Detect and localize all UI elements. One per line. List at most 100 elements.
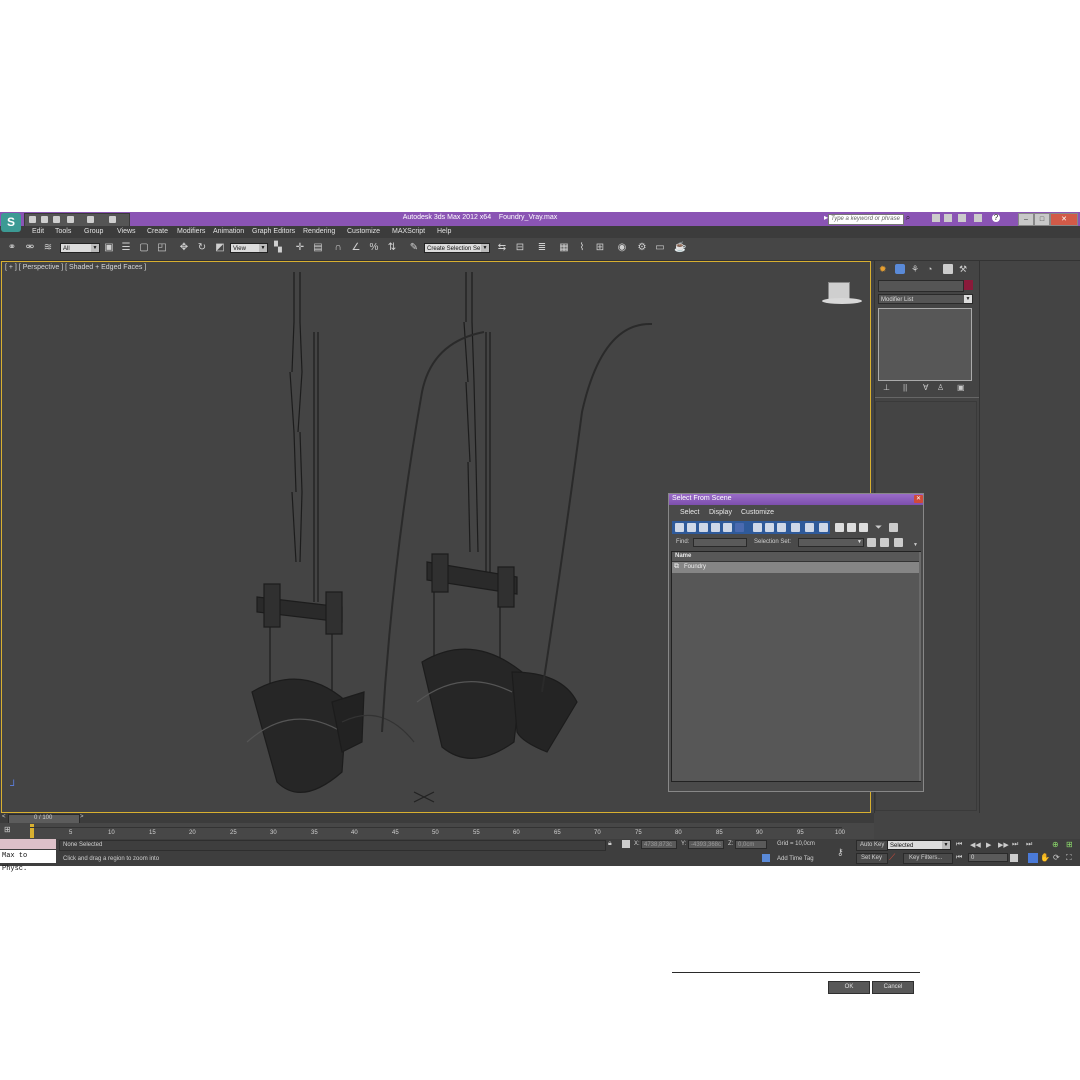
add-selection-set-icon[interactable] — [867, 538, 876, 547]
select-manipulate-icon[interactable]: ✛ — [294, 242, 306, 254]
modifier-list-dropdown[interactable]: Modifier List ▼ — [878, 294, 973, 304]
cancel-button[interactable]: Cancel — [872, 981, 914, 994]
open-file-icon[interactable] — [41, 216, 48, 223]
material-editor-icon[interactable]: ◉ — [616, 242, 628, 254]
display-groups-icon[interactable] — [753, 523, 762, 532]
time-slider-next-icon[interactable]: > — [80, 814, 84, 820]
go-to-start-icon[interactable]: ⏮ — [956, 841, 966, 849]
object-list[interactable]: Name ⧉ Foundry — [671, 551, 921, 782]
display-shapes-icon[interactable] — [687, 523, 696, 532]
key-icon[interactable]: ⚷ — [837, 847, 851, 857]
next-frame-icon[interactable]: ▶▶ — [998, 841, 1009, 849]
dialog-menu-select[interactable]: Select — [680, 509, 699, 516]
select-object-icon[interactable]: ▣ — [103, 242, 115, 254]
hierarchy-tab-icon[interactable]: ⚘ — [911, 264, 921, 274]
time-tag-icon[interactable] — [762, 854, 770, 862]
play-icon[interactable]: ▶ — [986, 841, 996, 849]
display-space-warps-icon[interactable] — [735, 523, 744, 532]
undo-icon[interactable] — [67, 216, 74, 223]
app-logo-icon[interactable]: S — [1, 213, 21, 232]
orbit-icon[interactable]: ⟳ — [1053, 853, 1063, 863]
go-to-end-icon[interactable]: ⏭ — [1012, 841, 1022, 849]
display-xrefs-icon[interactable] — [765, 523, 774, 532]
frame-step-icon[interactable]: ⏮ — [956, 854, 966, 862]
y-coordinate-field[interactable]: -4393,368c — [688, 840, 724, 849]
unlink-icon[interactable]: ⚮ — [24, 242, 36, 254]
align-icon[interactable]: ⊟ — [514, 242, 526, 254]
menu-group[interactable]: Group — [84, 228, 103, 235]
zoom-icon[interactable]: ⊕ — [1052, 840, 1062, 850]
absolute-mode-icon[interactable] — [622, 840, 630, 848]
select-none-icon[interactable] — [847, 523, 856, 532]
display-cameras-icon[interactable] — [711, 523, 720, 532]
search-arrow-icon[interactable]: ▸ — [822, 214, 830, 222]
edit-selection-set-icon[interactable] — [894, 538, 903, 547]
maximize-viewport-icon[interactable]: ⛶ — [1066, 853, 1076, 863]
select-and-link-icon[interactable]: ⚭ — [6, 242, 18, 254]
graphite-modeling-icon[interactable]: ▦ — [558, 242, 570, 254]
move-icon[interactable]: ✥ — [178, 242, 190, 254]
menu-animation[interactable]: Animation — [213, 228, 244, 235]
angle-snap-icon[interactable]: ∠ — [350, 242, 362, 254]
menu-customize[interactable]: Customize — [347, 228, 380, 235]
render-production-icon[interactable]: ☕ — [674, 242, 686, 254]
dialog-title-bar[interactable]: Select From Scene ✕ — [669, 494, 923, 505]
key-mode-dropdown[interactable]: Selected ▼ — [887, 840, 951, 850]
keyboard-shortcut-icon[interactable]: ▤ — [312, 242, 324, 254]
schematic-view-icon[interactable]: ⊞ — [594, 242, 606, 254]
maximize-button[interactable]: □ — [1034, 213, 1050, 226]
menu-tools[interactable]: Tools — [55, 228, 71, 235]
communication-icon[interactable] — [944, 214, 952, 222]
search-input[interactable]: Type a keyword or phrase — [828, 214, 904, 225]
viewcube[interactable] — [822, 282, 862, 306]
add-time-tag[interactable]: Add Time Tag — [777, 856, 814, 862]
bind-space-warp-icon[interactable]: ≋ — [42, 242, 54, 254]
percent-snap-icon[interactable]: % — [368, 242, 380, 254]
lock-icon[interactable]: 🔒︎ — [608, 840, 616, 848]
save-file-icon[interactable] — [53, 216, 60, 223]
object-color-swatch[interactable] — [964, 280, 973, 290]
modify-tab-icon[interactable] — [895, 264, 905, 274]
zoom-all-icon[interactable]: ⊞ — [1066, 840, 1076, 850]
show-end-result-icon[interactable]: || — [903, 383, 915, 393]
display-invert-icon[interactable] — [819, 523, 828, 532]
ok-button[interactable]: OK — [828, 981, 870, 994]
menu-help[interactable]: Help — [437, 228, 451, 235]
pivot-center-icon[interactable]: ▚ — [272, 242, 284, 254]
search-icon[interactable]: ⌕ — [904, 214, 912, 222]
subscription-icon[interactable] — [932, 214, 940, 222]
selection-filter-dropdown[interactable]: All ▼ — [60, 243, 100, 253]
display-tab-icon[interactable] — [943, 264, 953, 274]
render-setup-icon[interactable]: ⚙ — [636, 242, 648, 254]
configure-modifier-sets-icon[interactable]: ▣ — [957, 383, 969, 393]
scrollbar[interactable] — [919, 552, 921, 781]
edit-named-selection-icon[interactable]: ✎ — [408, 242, 420, 254]
pan-view-icon[interactable]: ✋ — [1040, 853, 1050, 863]
window-crossing-icon[interactable]: ◰ — [156, 242, 168, 254]
menu-views[interactable]: Views — [117, 228, 136, 235]
sync-selection-icon[interactable] — [889, 523, 898, 532]
rotate-icon[interactable]: ↻ — [196, 242, 208, 254]
spinner-snap-icon[interactable]: ⇅ — [386, 242, 398, 254]
mirror-icon[interactable]: ⇆ — [496, 242, 508, 254]
display-helpers-icon[interactable] — [723, 523, 732, 532]
menu-maxscript[interactable]: MAXScript — [392, 228, 425, 235]
name-column-header[interactable]: Name — [675, 553, 691, 559]
menu-graph-editors[interactable]: Graph Editors — [252, 228, 295, 235]
dialog-close-icon[interactable]: ✕ — [914, 495, 923, 503]
zoom-extents-icon[interactable] — [1028, 853, 1038, 863]
layer-manager-icon[interactable]: ≣ — [536, 242, 548, 254]
select-all-icon[interactable] — [835, 523, 844, 532]
select-invert-icon[interactable] — [859, 523, 868, 532]
toolbar-overflow-icon[interactable]: ▼ — [913, 542, 918, 548]
remove-selection-set-icon[interactable] — [880, 538, 889, 547]
project-folder-icon[interactable] — [109, 216, 116, 223]
display-bones-icon[interactable] — [777, 523, 786, 532]
menu-edit[interactable]: Edit — [32, 228, 44, 235]
rectangular-selection-icon[interactable]: ▢ — [138, 242, 150, 254]
filter-icon[interactable]: ⏷ — [875, 523, 884, 532]
time-configuration-icon[interactable] — [1010, 854, 1018, 862]
new-file-icon[interactable] — [29, 216, 36, 223]
menu-rendering[interactable]: Rendering — [303, 228, 335, 235]
display-geometry-icon[interactable] — [675, 523, 684, 532]
